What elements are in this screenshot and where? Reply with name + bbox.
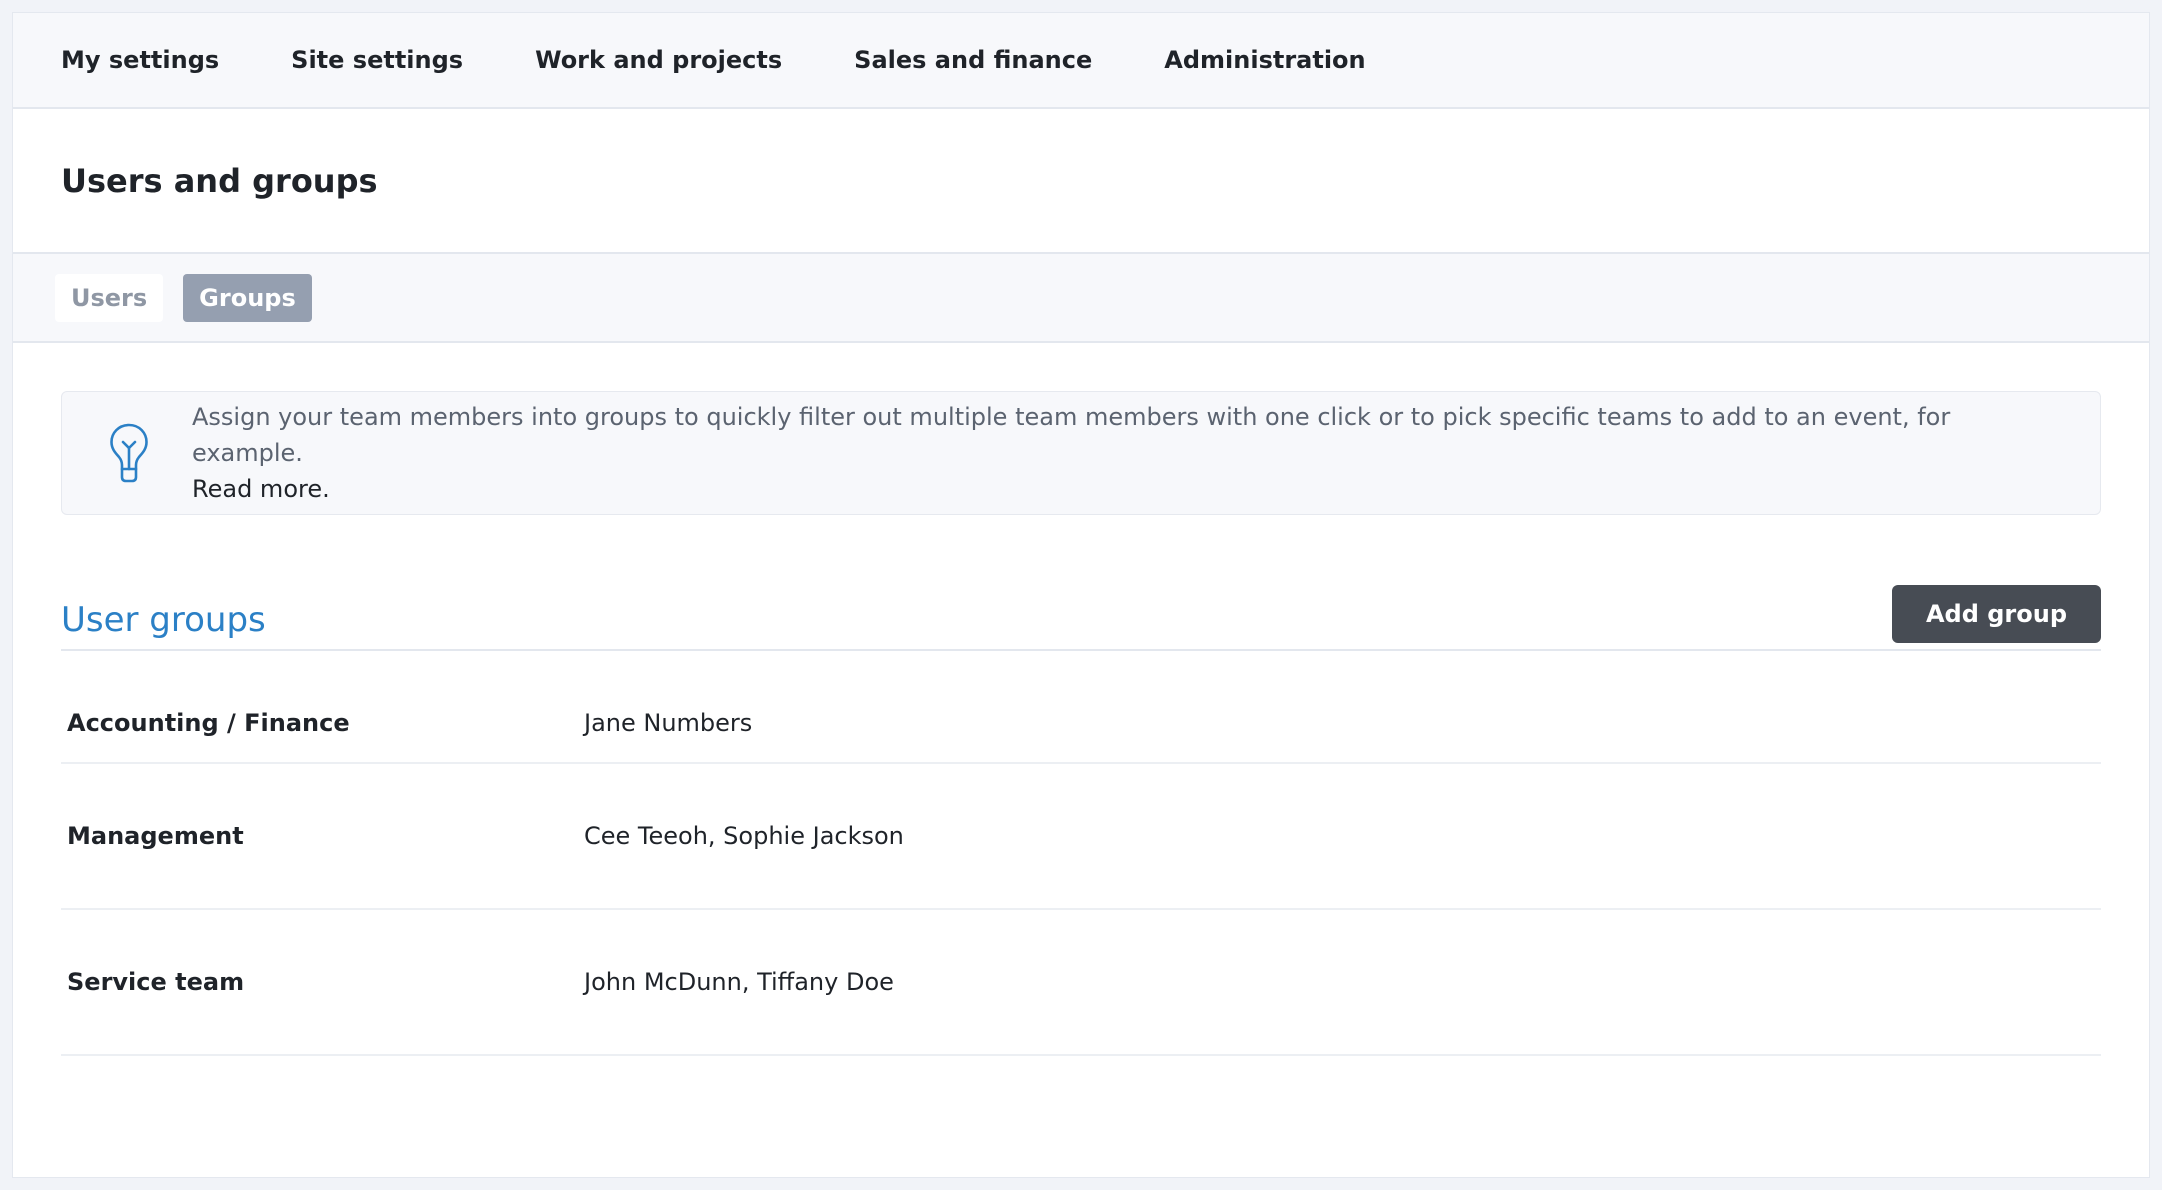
lightbulb-icon: [110, 423, 148, 483]
page-header: Users and groups: [13, 109, 2149, 254]
info-text-block: Assign your team members into groups to …: [192, 399, 2060, 507]
tab-groups[interactable]: Groups: [183, 273, 312, 322]
group-name[interactable]: Management: [61, 763, 583, 910]
add-group-button[interactable]: Add group: [1891, 585, 2101, 643]
app-window: My settings Site settings Work and proje…: [12, 12, 2150, 1178]
info-message: Assign your team members into groups to …: [192, 403, 1951, 467]
user-groups-header: User groups Add group: [61, 585, 2101, 651]
group-members: Jane Numbers: [583, 651, 2101, 764]
groups-table: Accounting / Finance Jane Numbers Manage…: [61, 651, 2101, 1056]
table-row[interactable]: Service team John McDunn, Tiffany Doe: [61, 909, 2101, 1056]
subtabs: Users Groups: [13, 254, 2149, 343]
section-title: User groups: [61, 600, 266, 640]
group-name[interactable]: Accounting / Finance: [61, 651, 583, 764]
group-members: Cee Teeoh, Sophie Jackson: [583, 763, 2101, 910]
group-members: John McDunn, Tiffany Doe: [583, 909, 2101, 1056]
group-name[interactable]: Service team: [61, 909, 583, 1056]
nav-my-settings[interactable]: My settings: [61, 46, 219, 74]
read-more-link[interactable]: Read more.: [192, 475, 330, 503]
tab-users[interactable]: Users: [55, 273, 164, 322]
page-title: Users and groups: [61, 161, 378, 200]
nav-sales-and-finance[interactable]: Sales and finance: [854, 46, 1092, 74]
nav-administration[interactable]: Administration: [1164, 46, 1365, 74]
nav-work-and-projects[interactable]: Work and projects: [535, 46, 782, 74]
table-row[interactable]: Accounting / Finance Jane Numbers: [61, 651, 2101, 764]
table-row[interactable]: Management Cee Teeoh, Sophie Jackson: [61, 763, 2101, 910]
top-navigation: My settings Site settings Work and proje…: [13, 13, 2149, 109]
main-content: Assign your team members into groups to …: [13, 343, 2149, 1056]
nav-site-settings[interactable]: Site settings: [291, 46, 463, 74]
info-callout: Assign your team members into groups to …: [61, 391, 2101, 515]
